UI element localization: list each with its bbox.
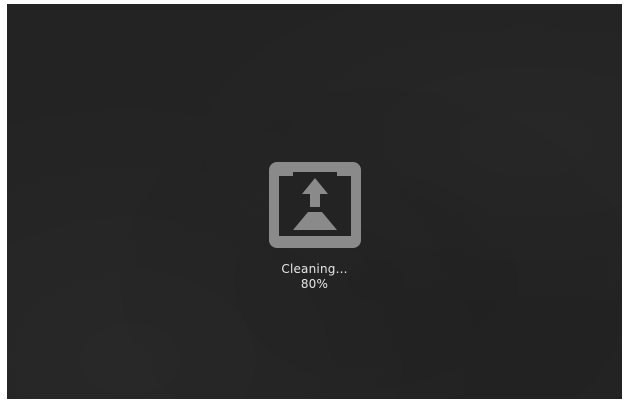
cleaning-icon [268, 162, 361, 248]
cleaning-status-group: Cleaning... 80% [7, 162, 622, 292]
status-text: Cleaning... 80% [281, 262, 347, 292]
cleaning-screen: Cleaning... 80% [7, 4, 622, 399]
progress-percent: 80% [300, 277, 329, 291]
status-label: Cleaning... [281, 262, 348, 276]
